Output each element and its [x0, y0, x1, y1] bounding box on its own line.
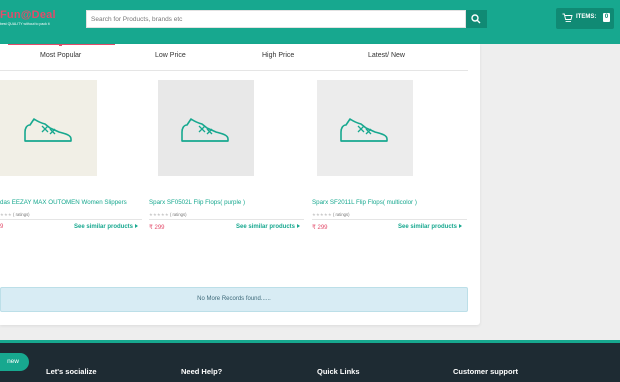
- sort-bar: Most Popular Low Price High Price Latest…: [0, 44, 468, 71]
- rating-stars: ★★★: [0, 212, 12, 217]
- product-rating: ★★★★★ ( ratings): [312, 212, 349, 217]
- logo-text: Fun@Deal: [0, 9, 56, 21]
- cart-count-badge: 0: [603, 13, 610, 22]
- caret-right-icon: [297, 224, 301, 229]
- divider: [149, 219, 304, 220]
- logo-tagline: best QUALITY without to pack it: [0, 22, 50, 26]
- rating-stars: ★★★★★: [149, 212, 169, 217]
- product-image[interactable]: [0, 80, 97, 176]
- see-similar-link[interactable]: See similar products: [398, 224, 463, 230]
- caret-right-icon: [459, 224, 463, 229]
- divider: [312, 219, 467, 220]
- sort-tab-most-popular[interactable]: Most Popular: [40, 52, 81, 59]
- cart-button[interactable]: ITEMS: 0: [556, 8, 614, 29]
- see-similar-link[interactable]: See similar products: [236, 224, 301, 230]
- product-name[interactable]: das EEZAY MAX OUTOMEN Women Slippers: [0, 199, 127, 206]
- see-similar-label: See similar products: [398, 224, 458, 230]
- see-similar-label: See similar products: [74, 224, 134, 230]
- new-badge[interactable]: new: [0, 353, 29, 371]
- search-icon: [471, 14, 481, 24]
- rating-count: ( ratings): [332, 212, 350, 217]
- rating-count: ( ratings): [13, 212, 30, 217]
- see-similar-link[interactable]: See similar products: [74, 224, 139, 230]
- footer-heading-support: Customer support: [453, 367, 519, 376]
- shoe-icon: [24, 118, 72, 142]
- product-rating: ★★★ ( ratings): [0, 212, 30, 217]
- product-price: ₹ 299: [149, 225, 165, 231]
- product-price: 9: [0, 224, 4, 230]
- footer-heading-socialize: Let's socialize: [46, 367, 97, 376]
- site-footer: new Let's socialize Need Help? Quick Lin…: [0, 340, 620, 382]
- shoe-icon: [181, 118, 229, 142]
- no-more-records-alert: No More Records found......: [0, 287, 468, 312]
- sort-tab-high-price[interactable]: High Price: [262, 52, 294, 59]
- rating-count: ( ratings): [169, 212, 187, 217]
- product-image[interactable]: [317, 80, 413, 176]
- sort-active-marker: [59, 44, 62, 46]
- cart-label: ITEMS:: [576, 14, 597, 20]
- cart-icon: [562, 13, 573, 22]
- sort-tab-low-price[interactable]: Low Price: [155, 52, 186, 59]
- caret-right-icon: [135, 224, 139, 229]
- shoe-icon: [340, 118, 388, 142]
- footer-heading-quick-links: Quick Links: [317, 367, 360, 376]
- product-price: ₹ 299: [312, 225, 328, 231]
- product-rating: ★★★★★ ( ratings): [149, 212, 186, 217]
- search-input[interactable]: [91, 11, 461, 27]
- product-image[interactable]: [158, 80, 254, 176]
- search-button[interactable]: [466, 10, 487, 28]
- footer-heading-help: Need Help?: [181, 367, 223, 376]
- divider: [0, 219, 142, 220]
- sort-tab-latest[interactable]: Latest/ New: [368, 52, 405, 59]
- product-listing: Most Popular Low Price High Price Latest…: [0, 44, 480, 325]
- rating-stars: ★★★★★: [312, 212, 332, 217]
- product-name[interactable]: Sparx SF2011L Flip Flops( multicolor ): [312, 199, 417, 206]
- site-logo[interactable]: Fun@Deal best QUALITY without to pack it: [0, 9, 80, 31]
- search-box: [86, 10, 466, 28]
- site-header: Fun@Deal best QUALITY without to pack it…: [0, 0, 620, 44]
- see-similar-label: See similar products: [236, 224, 296, 230]
- product-name[interactable]: Sparx SF0502L Flip Flops( purple ): [149, 199, 245, 206]
